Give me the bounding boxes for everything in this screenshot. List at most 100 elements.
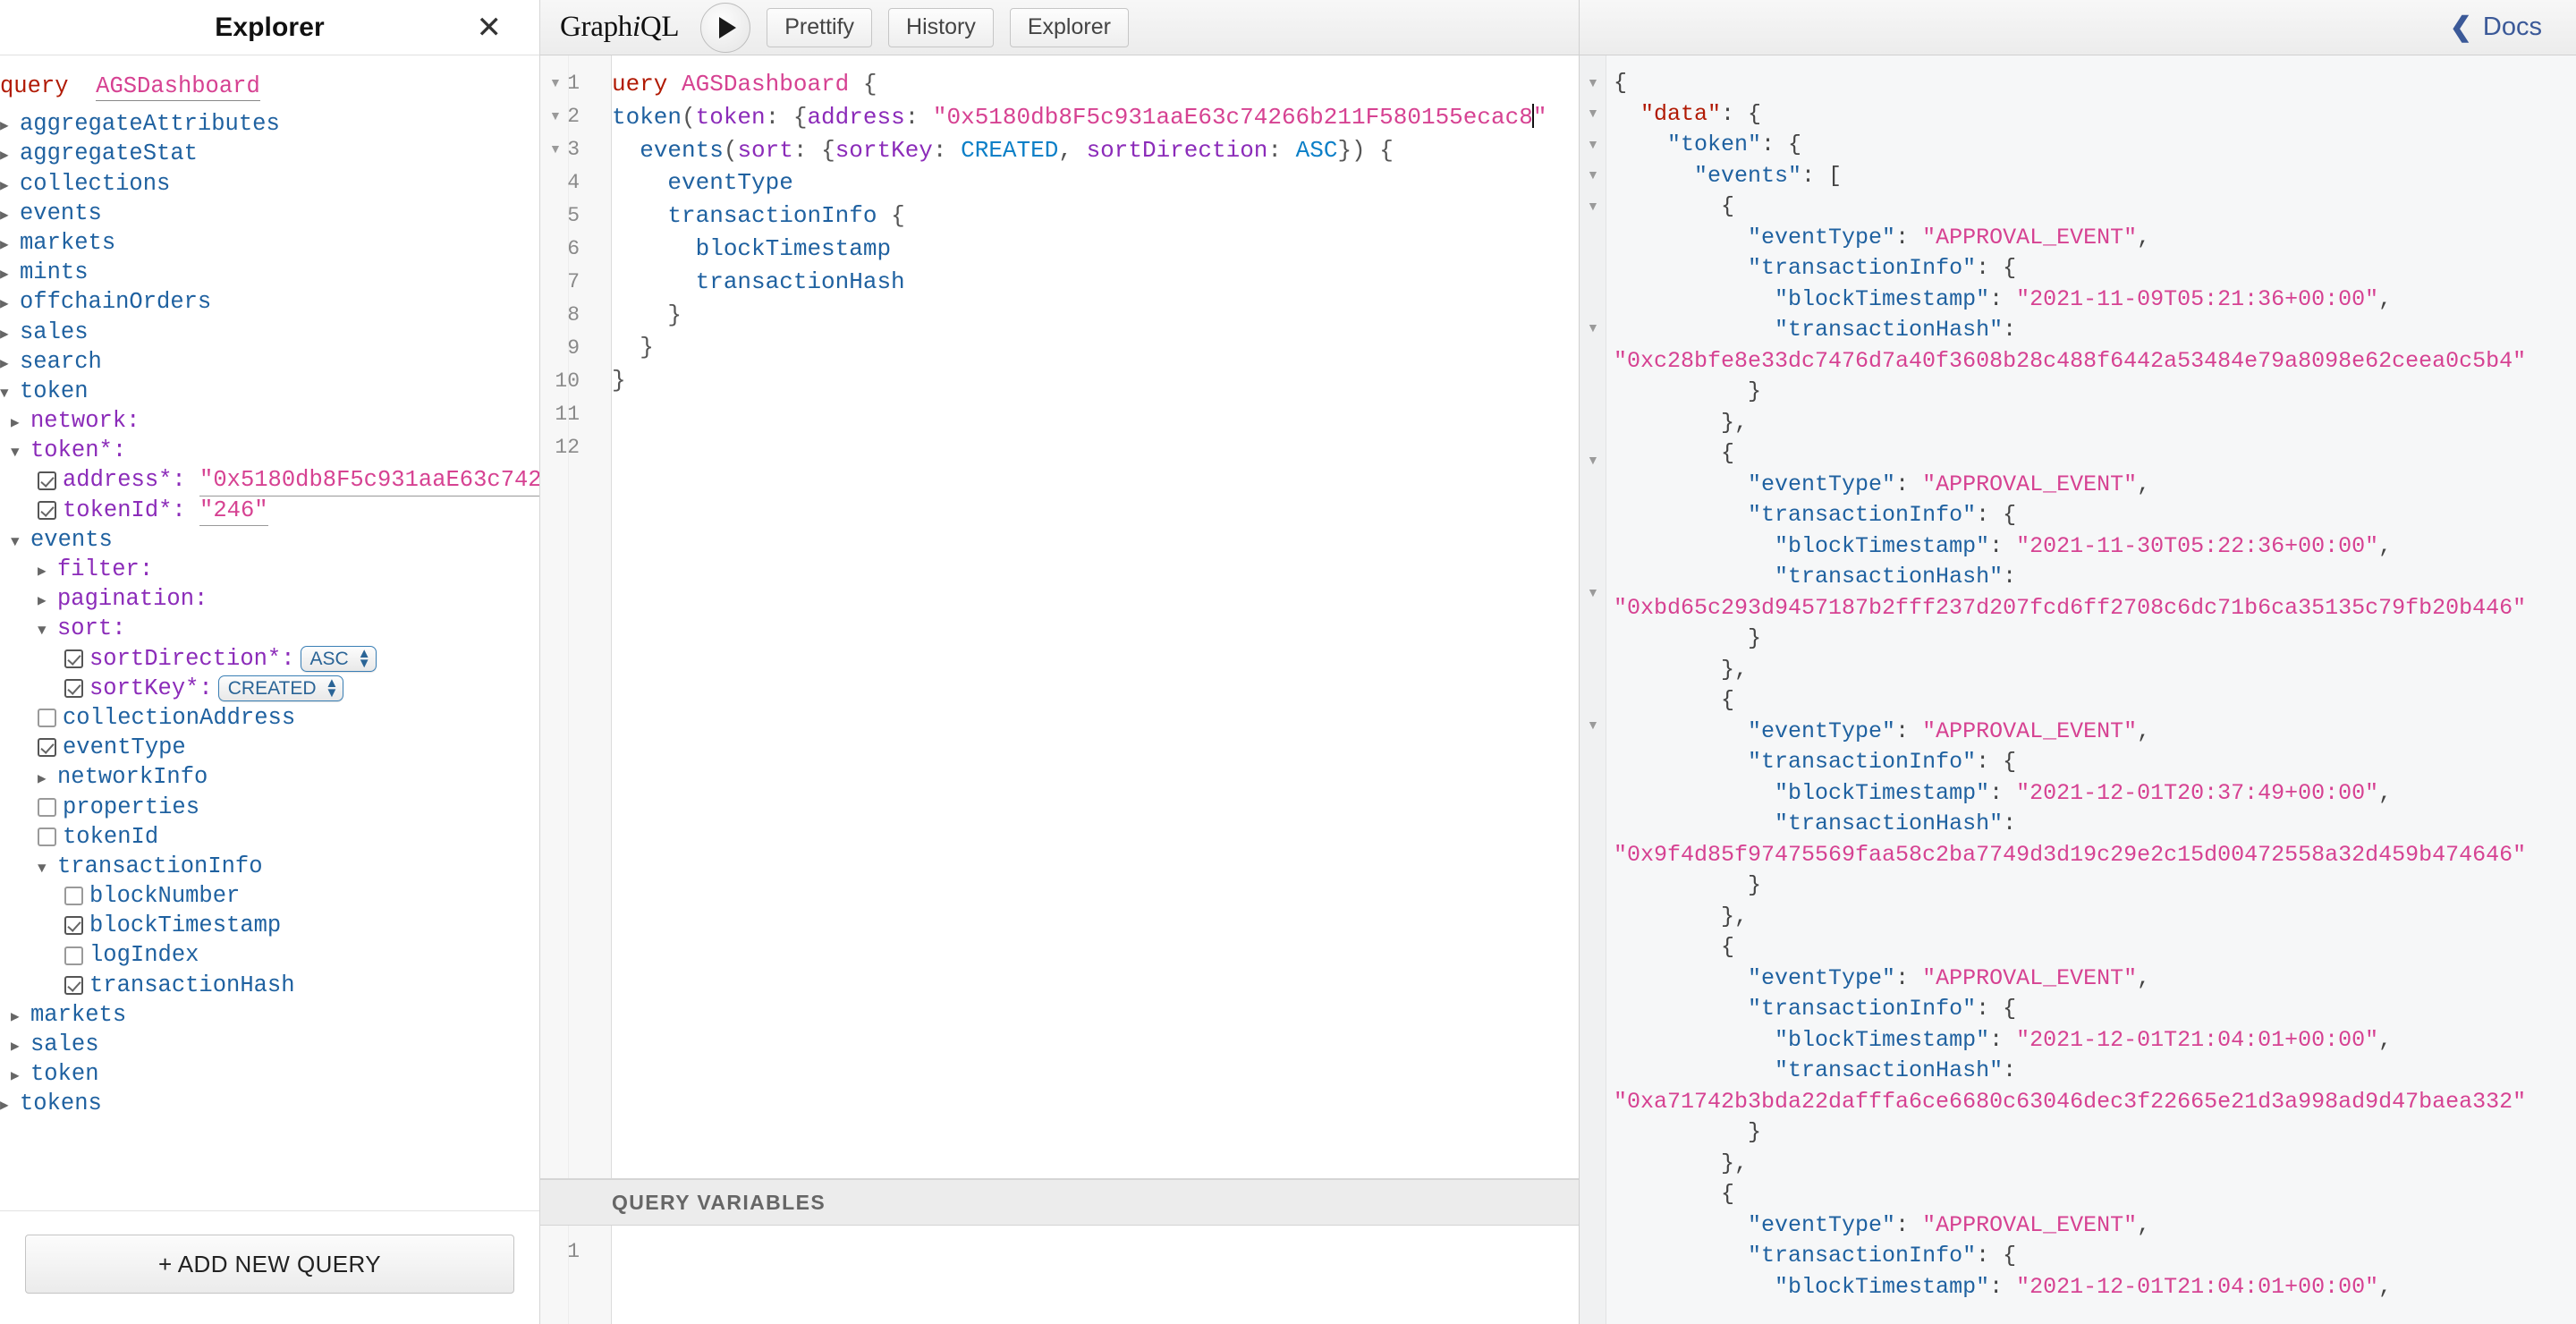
tokenid-value[interactable]: "246" [199, 496, 268, 526]
query-variables-header[interactable]: QUERY VARIABLES [540, 1179, 1579, 1226]
fold-toggle-icon[interactable]: ▼ [1587, 717, 1599, 732]
chevron-right-icon[interactable]: ▶ [11, 1003, 30, 1032]
close-icon[interactable]: ✕ [477, 13, 503, 43]
tree-row-token-sub[interactable]: ▶ token [0, 1059, 539, 1089]
prettify-button[interactable]: Prettify [767, 7, 873, 47]
tree-row-tokenid-field[interactable]: tokenId [0, 822, 539, 852]
tree-row-token[interactable]: ▼ token [0, 377, 539, 406]
docs-button[interactable]: ❮ Docs [2450, 13, 2542, 42]
json-key-transactioninfo: "transactionInfo" [1748, 996, 1977, 1022]
chevron-right-icon[interactable]: ▶ [38, 765, 57, 794]
chevron-right-icon[interactable]: ▶ [0, 260, 20, 290]
chevron-down-icon[interactable]: ▼ [11, 438, 30, 468]
tree-row[interactable]: ▶ markets [0, 228, 539, 258]
tree-row[interactable]: ▶ collections [0, 169, 539, 199]
query-variables-editor[interactable]: 1 [540, 1226, 1579, 1324]
fold-toggle-icon[interactable]: ▼ [1587, 199, 1599, 213]
execute-query-button[interactable] [700, 2, 751, 53]
tree-row[interactable]: ▶ aggregateStat [0, 139, 539, 168]
chevron-right-icon[interactable]: ▶ [0, 290, 20, 319]
chevron-right-icon[interactable]: ▶ [0, 112, 20, 141]
query-editor[interactable]: 1 2 3 4 5 6 7 8 9 10 11 12 ▼ ▼ ▼ uery AG… [540, 55, 1579, 1179]
tree-row-sales[interactable]: ▶ sales [0, 1030, 539, 1059]
tree-row-markets[interactable]: ▶ markets [0, 1000, 539, 1030]
address-value[interactable]: "0x5180db8F5c931aaE63c7426 [199, 465, 539, 496]
sortdirection-select[interactable]: ASC ▲ ▼ [300, 645, 377, 672]
tree-row[interactable]: ▶ search [0, 347, 539, 377]
checkbox-eventtype[interactable] [38, 738, 56, 758]
tree-row-transactionhash[interactable]: transactionHash [0, 971, 539, 1000]
tree-row-token-arg[interactable]: ▼ token*: [0, 436, 539, 465]
chevron-right-icon[interactable]: ▶ [0, 141, 20, 171]
tree-row-collectionaddress[interactable]: collectionAddress [0, 703, 539, 733]
fold-toggle-icon[interactable]: ▼ [549, 75, 562, 89]
fold-toggle-icon[interactable]: ▼ [1587, 106, 1599, 120]
chevron-down-icon[interactable]: ▼ [38, 854, 57, 884]
fold-toggle-icon[interactable]: ▼ [549, 141, 562, 156]
chevron-right-icon[interactable]: ▶ [38, 557, 57, 587]
tree-row-network-arg[interactable]: ▶ network: [0, 406, 539, 436]
chevron-down-icon[interactable]: ▼ [11, 528, 30, 557]
tree-row-networkinfo[interactable]: ▶ networkInfo [0, 762, 539, 792]
chevron-down-icon[interactable]: ▼ [38, 616, 57, 646]
fold-toggle-icon[interactable]: ▼ [1587, 75, 1599, 89]
fold-toggle-icon[interactable]: ▼ [1587, 137, 1599, 151]
sortkey-select[interactable]: CREATED ▲ ▼ [217, 675, 344, 701]
tree-row-pagination[interactable]: ▶ pagination: [0, 584, 539, 614]
tree-row-transactioninfo[interactable]: ▼ transactionInfo [0, 852, 539, 881]
operation-name[interactable]: AGSDashboard [96, 73, 260, 101]
fold-toggle-icon[interactable]: ▼ [1587, 167, 1599, 182]
fold-toggle-icon[interactable]: ▼ [1587, 585, 1599, 599]
result-viewer[interactable]: ▼ ▼ ▼ ▼ ▼ ▼ ▼ ▼ ▼ { "data": { "token": {… [1580, 55, 2576, 1324]
tree-row-properties[interactable]: properties [0, 793, 539, 822]
history-button[interactable]: History [888, 7, 994, 47]
query-code[interactable]: uery AGSDashboard { token(token: {addres… [612, 55, 1579, 1178]
tree-row-eventtype[interactable]: eventType [0, 733, 539, 762]
checkbox-properties[interactable] [38, 797, 56, 817]
tree-row-logindex[interactable]: logIndex [0, 940, 539, 970]
tree-row-tokens[interactable]: ▶ tokens [0, 1089, 539, 1118]
add-new-query-button[interactable]: + ADD NEW QUERY [25, 1235, 514, 1294]
checkbox-blocknumber[interactable] [64, 887, 83, 906]
checkbox-logindex[interactable] [64, 946, 83, 965]
json-value-eventtype: "APPROVAL_EVENT" [1922, 1211, 2138, 1238]
checkbox-address[interactable] [38, 471, 56, 490]
chevron-right-icon[interactable]: ▶ [0, 350, 20, 379]
tree-row-events[interactable]: ▼ events [0, 525, 539, 555]
tree-row-blocknumber[interactable]: blockNumber [0, 881, 539, 911]
tree-row[interactable]: ▶ mints [0, 258, 539, 287]
checkbox-tokenid[interactable] [38, 500, 56, 520]
chevron-down-icon[interactable]: ▼ [0, 379, 20, 409]
checkbox-collectionaddress[interactable] [38, 709, 56, 728]
chevron-right-icon[interactable]: ▶ [11, 1032, 30, 1062]
checkbox-sortdirection[interactable] [64, 649, 83, 668]
chevron-right-icon[interactable]: ▶ [0, 1091, 20, 1121]
tree-row[interactable]: ▶ events [0, 199, 539, 228]
chevron-right-icon[interactable]: ▶ [11, 409, 30, 438]
tree-row-filter[interactable]: ▶ filter: [0, 555, 539, 584]
tree-row[interactable]: ▶ aggregateAttributes [0, 109, 539, 139]
chevron-right-icon[interactable]: ▶ [38, 587, 57, 616]
play-icon [718, 16, 736, 38]
chevron-right-icon[interactable]: ▶ [0, 172, 20, 201]
checkbox-tokenid-field[interactable] [38, 827, 56, 846]
checkbox-blocktimestamp[interactable] [64, 916, 83, 936]
chevron-right-icon[interactable]: ▶ [0, 320, 20, 350]
fold-toggle-icon[interactable]: ▼ [549, 108, 562, 123]
tree-row-sort[interactable]: ▼ sort: [0, 614, 539, 643]
tree-row-blocktimestamp[interactable]: blockTimestamp [0, 911, 539, 940]
explorer-toggle-button[interactable]: Explorer [1009, 7, 1129, 47]
tree-row-sortkey[interactable]: sortKey*: CREATED ▲ ▼ [0, 674, 539, 703]
tree-row[interactable]: ▶ offchainOrders [0, 287, 539, 317]
tree-row-sortdirection[interactable]: sortDirection*: ASC ▲ ▼ [0, 644, 539, 674]
fold-toggle-icon[interactable]: ▼ [1587, 320, 1599, 335]
checkbox-sortkey[interactable] [64, 678, 83, 698]
fold-toggle-icon[interactable]: ▼ [1587, 453, 1599, 467]
tree-row[interactable]: ▶ sales [0, 318, 539, 347]
chevron-right-icon[interactable]: ▶ [0, 201, 20, 231]
chevron-right-icon[interactable]: ▶ [0, 231, 20, 260]
checkbox-transactionhash[interactable] [64, 975, 83, 995]
tree-row-address[interactable]: address*: "0x5180db8F5c931aaE63c7426 [0, 465, 539, 496]
chevron-right-icon[interactable]: ▶ [11, 1062, 30, 1091]
tree-row-tokenid[interactable]: tokenId*: "246" [0, 496, 539, 526]
